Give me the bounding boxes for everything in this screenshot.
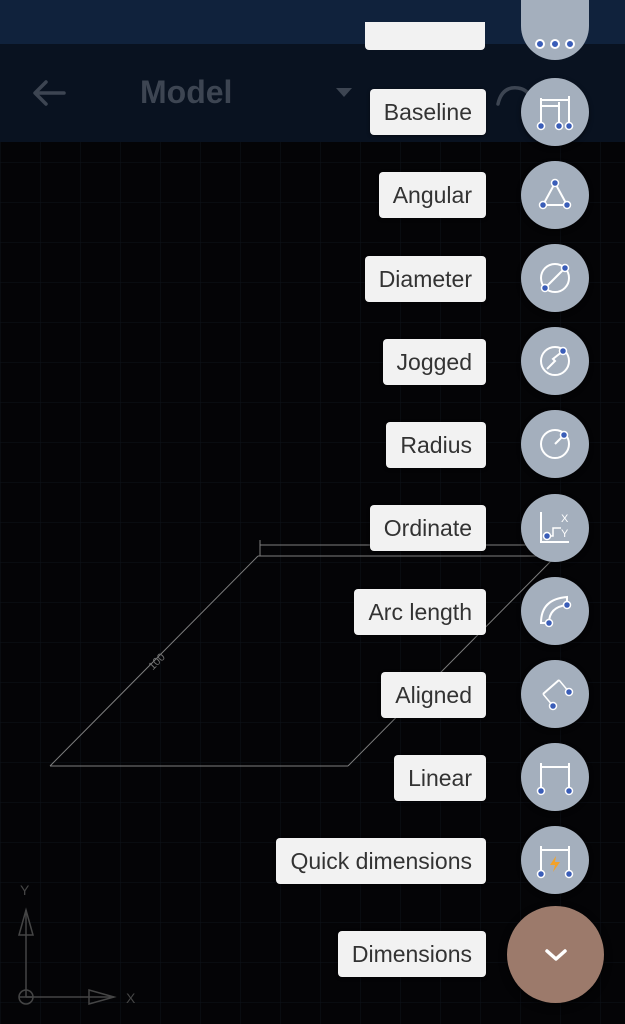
- dimensions-fab-button[interactable]: [507, 906, 604, 1003]
- diameter-button[interactable]: [521, 244, 589, 312]
- arrow-left-icon[interactable]: [30, 78, 66, 108]
- svg-text:Y: Y: [561, 528, 569, 540]
- angular-dimension-icon: [538, 178, 572, 210]
- radius-dimension-icon: [540, 429, 570, 459]
- menu-item-linear-label[interactable]: Linear: [394, 755, 486, 801]
- page-title[interactable]: Model: [140, 74, 232, 111]
- ordinate-button[interactable]: X Y: [521, 494, 589, 562]
- menu-item-angular-label[interactable]: Angular: [378, 172, 486, 218]
- arc-length-dimension-icon: [539, 595, 572, 628]
- partial-menu-button[interactable]: [521, 0, 589, 60]
- menu-item-diameter-label[interactable]: Diameter: [364, 256, 486, 302]
- menu-item-arc-length-label[interactable]: Arc length: [354, 589, 486, 635]
- svg-text:X: X: [561, 513, 569, 525]
- radius-button[interactable]: [521, 410, 589, 478]
- dimensions-label[interactable]: Dimensions: [337, 931, 486, 977]
- arc-length-button[interactable]: [521, 577, 589, 645]
- continue-dimension-icon: [535, 39, 575, 49]
- quick-dimension-icon: [536, 846, 574, 879]
- menu-item-ordinate-label[interactable]: Ordinate: [369, 505, 486, 551]
- menu-item-quick-dimensions-label[interactable]: Quick dimensions: [276, 838, 486, 884]
- quick-dimensions-button[interactable]: [521, 826, 589, 894]
- ucs-y-label: Y: [20, 882, 30, 898]
- jogged-dimension-icon: [540, 346, 570, 376]
- partial-menu-label[interactable]: [365, 22, 485, 50]
- baseline-dimension-icon: [536, 96, 574, 131]
- aligned-dimension-icon: [542, 679, 574, 711]
- menu-item-jogged-label[interactable]: Jogged: [382, 339, 486, 385]
- diameter-dimension-icon: [540, 263, 570, 293]
- linear-button[interactable]: [521, 743, 589, 811]
- angular-button[interactable]: [521, 161, 589, 229]
- jogged-button[interactable]: [521, 327, 589, 395]
- menu-item-radius-label[interactable]: Radius: [386, 422, 486, 468]
- baseline-button[interactable]: [521, 78, 589, 146]
- linear-dimension-icon: [536, 763, 574, 796]
- chevron-down-icon: [544, 948, 567, 961]
- caret-down-icon[interactable]: [336, 88, 352, 97]
- aligned-button[interactable]: [521, 660, 589, 728]
- ucs-x-label: X: [126, 990, 136, 1006]
- menu-item-aligned-label[interactable]: Aligned: [381, 672, 486, 718]
- ordinate-dimension-icon: X Y: [540, 512, 569, 543]
- menu-item-baseline-label[interactable]: Baseline: [369, 89, 486, 135]
